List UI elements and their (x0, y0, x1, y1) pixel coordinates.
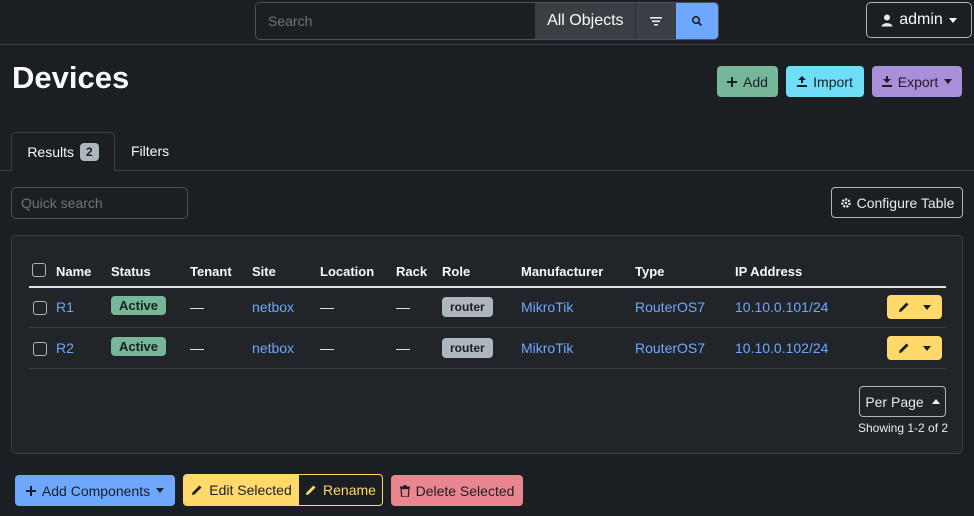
row-checkbox[interactable] (33, 342, 47, 356)
chevron-down-icon (948, 17, 957, 23)
search-scope-dropdown[interactable]: All Objects (535, 3, 637, 39)
chevron-down-icon (944, 79, 953, 84)
role-badge[interactable]: router (442, 338, 493, 358)
chevron-down-icon[interactable] (923, 304, 932, 310)
global-search: All Objects (255, 2, 719, 40)
rename-label: Rename (323, 482, 376, 498)
status-badge: Active (111, 337, 167, 356)
search-icon (692, 15, 703, 27)
per-page-label: Per Page (865, 393, 924, 410)
add-button[interactable]: Add (717, 66, 778, 97)
rename-button[interactable]: Rename (299, 475, 382, 505)
status-badge-label: Active (111, 337, 167, 356)
import-button-label: Import (813, 73, 853, 90)
search-scope-label: All Objects (547, 12, 624, 29)
delete-selected-button[interactable]: Delete Selected (391, 475, 523, 506)
table-header-divider (29, 286, 946, 288)
tenant-cell: — (190, 340, 204, 356)
edit-selected-label: Edit Selected (209, 482, 292, 498)
import-button[interactable]: Import (786, 66, 864, 97)
add-button-label: Add (743, 73, 768, 90)
row-edit-button[interactable] (887, 336, 942, 360)
rack-cell: — (396, 340, 410, 356)
user-icon (881, 14, 893, 26)
rack-cell: — (396, 299, 410, 315)
results-count-badge: 2 (80, 143, 99, 161)
chevron-up-icon (931, 399, 940, 404)
row-edit-button[interactable] (887, 295, 942, 319)
user-name: admin (899, 11, 943, 28)
search-filter-button[interactable] (636, 3, 677, 39)
user-menu-button[interactable]: admin (866, 2, 972, 38)
column-header-type[interactable]: Type (635, 264, 664, 279)
edit-button-group: Edit Selected Rename (183, 474, 383, 506)
tab-filters[interactable]: Filters (131, 143, 169, 159)
ip-address-link[interactable]: 10.10.0.101/24 (735, 299, 828, 315)
row-checkbox[interactable] (33, 301, 47, 315)
delete-selected-label: Delete Selected (415, 482, 515, 499)
search-input[interactable] (256, 3, 536, 39)
configure-table-label: Configure Table (856, 194, 955, 211)
search-button[interactable] (676, 3, 718, 39)
export-button-label: Export (897, 73, 939, 90)
pencil-icon (306, 485, 316, 495)
gear-icon (840, 197, 851, 208)
column-header-site[interactable]: Site (252, 264, 276, 279)
location-cell: — (320, 340, 334, 356)
manufacturer-link[interactable]: MikroTik (521, 340, 573, 356)
configure-table-button[interactable]: Configure Table (831, 187, 963, 218)
type-link[interactable]: RouterOS7 (635, 299, 705, 315)
per-page-dropdown[interactable]: Per Page (859, 386, 946, 417)
tenant-cell: — (190, 299, 204, 315)
role-badge[interactable]: router (442, 297, 493, 317)
device-name-link[interactable]: R1 (56, 299, 74, 315)
column-header-tenant[interactable]: Tenant (190, 264, 232, 279)
plus-icon (25, 485, 36, 496)
trash-icon (399, 484, 410, 497)
showing-count: Showing 1-2 of 2 (858, 421, 949, 435)
type-link[interactable]: RouterOS7 (635, 340, 705, 356)
add-components-label: Add Components (41, 482, 151, 499)
column-header-name[interactable]: Name (56, 264, 91, 279)
site-link[interactable]: netbox (252, 299, 294, 315)
page-title: Devices (12, 60, 130, 95)
column-header-manufacturer[interactable]: Manufacturer (521, 264, 603, 279)
select-all-checkbox[interactable] (32, 263, 46, 277)
column-header-role[interactable]: Role (442, 264, 470, 279)
pencil-icon (898, 302, 909, 312)
column-header-location[interactable]: Location (320, 264, 374, 279)
status-badge: Active (111, 296, 167, 315)
row-divider (29, 368, 946, 369)
quick-search-input[interactable] (11, 187, 188, 219)
role-badge-label: router (442, 297, 493, 317)
manufacturer-link[interactable]: MikroTik (521, 299, 573, 315)
export-button[interactable]: Export (872, 66, 962, 97)
plus-icon (727, 76, 738, 87)
filter-icon (650, 17, 663, 26)
pencil-icon (192, 485, 202, 495)
site-link[interactable]: netbox (252, 340, 294, 356)
role-badge-label: router (442, 338, 493, 358)
device-name-link[interactable]: R2 (56, 340, 74, 356)
ip-address-link[interactable]: 10.10.0.102/24 (735, 340, 828, 356)
location-cell: — (320, 299, 334, 315)
download-icon (881, 76, 892, 87)
status-badge-label: Active (111, 296, 167, 315)
column-header-ip-address[interactable]: IP Address (735, 264, 802, 279)
column-header-rack[interactable]: Rack (396, 264, 427, 279)
chevron-down-icon[interactable] (923, 345, 932, 351)
upload-icon (797, 76, 808, 87)
chevron-down-icon (156, 488, 165, 493)
row-divider (29, 327, 946, 328)
add-components-button[interactable]: Add Components (15, 475, 175, 506)
tab-results[interactable]: Results 2 (11, 132, 115, 171)
edit-selected-button[interactable]: Edit Selected (184, 475, 299, 505)
tabs-divider (0, 170, 974, 171)
column-header-status[interactable]: Status (111, 264, 151, 279)
tab-results-label: Results (27, 144, 74, 160)
pencil-icon (898, 343, 909, 353)
